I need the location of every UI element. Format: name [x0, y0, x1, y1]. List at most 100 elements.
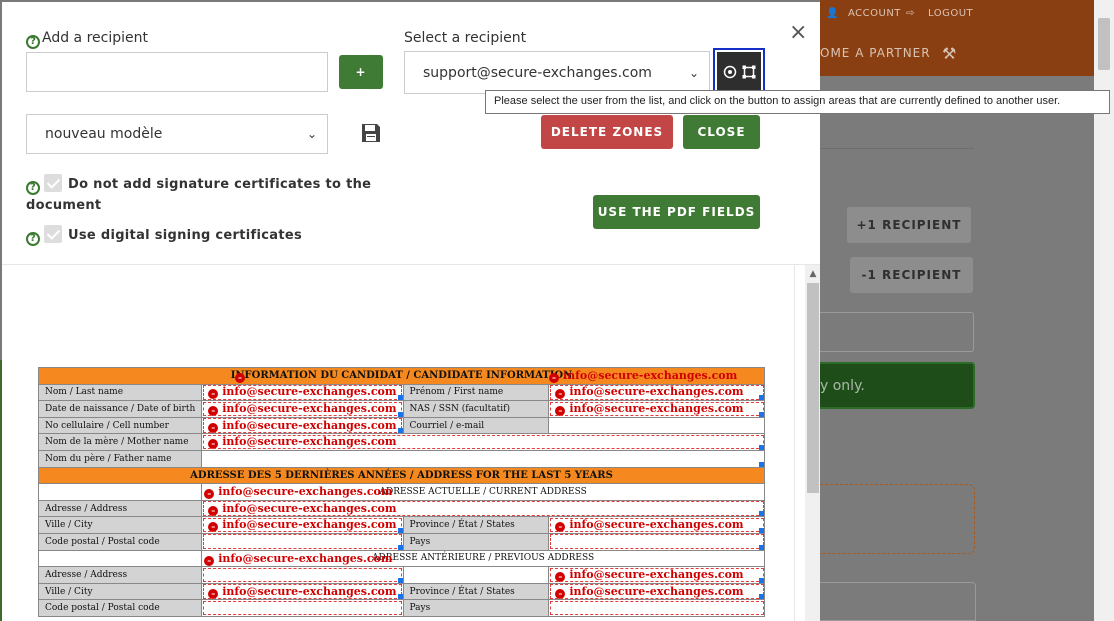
- sin-label: NAS / SSN (facultatif): [402, 400, 550, 418]
- template-value: nouveau modèle: [45, 126, 163, 142]
- remove-zone-icon[interactable]: –: [208, 439, 219, 450]
- remove-zone-icon[interactable]: –: [204, 555, 215, 566]
- drop-zone[interactable]: [820, 484, 975, 554]
- save-icon[interactable]: [360, 122, 382, 144]
- previous-address-row: – info@secure-exchanges.com ADRESSE ANTÉR…: [201, 549, 765, 568]
- zone-field[interactable]: – info@secure-exchanges.com: [548, 566, 765, 584]
- address-label: Adresse / Address: [37, 566, 203, 584]
- zone-field[interactable]: – info@secure-exchanges.com: [201, 582, 404, 601]
- zone-field[interactable]: –: [235, 369, 249, 383]
- remove-zone-icon[interactable]: –: [235, 373, 245, 383]
- select-recipient-value: support@secure-exchanges.com: [423, 64, 652, 81]
- zone-field[interactable]: – info@secure-exchanges.com: [201, 383, 404, 402]
- zone-label: info@secure-exchanges.com: [569, 567, 744, 581]
- zone-field[interactable]: – info@secure-exchanges.com: [548, 400, 765, 418]
- digital-signing-label: Use digital signing certificates: [68, 228, 302, 243]
- zone-label: info@secure-exchanges.com: [569, 385, 744, 399]
- close-icon[interactable]: ×: [789, 20, 807, 45]
- account-link[interactable]: ACCOUNT: [848, 8, 901, 19]
- pdf-scrollbar-thumb[interactable]: [807, 283, 819, 493]
- remove-zone-icon[interactable]: –: [204, 489, 215, 500]
- add-recipient-input[interactable]: [26, 52, 328, 92]
- select-recipient-dropdown[interactable]: support@secure-exchanges.com ⌄: [404, 51, 710, 94]
- remove-zone-icon[interactable]: –: [549, 373, 559, 383]
- zone-field[interactable]: – info@secure-exchanges.com: [549, 369, 737, 383]
- zone-field[interactable]: – info@secure-exchanges.com: [548, 383, 765, 402]
- add-recipient-button[interactable]: +: [339, 55, 383, 89]
- remove-recipient-count-button[interactable]: -1 RECIPIENT: [850, 257, 973, 293]
- nav-become-partner[interactable]: OME A PARTNER: [820, 46, 931, 60]
- zone-field[interactable]: – info@secure-exchanges.com: [204, 552, 393, 566]
- address-mid-cell: [402, 566, 550, 584]
- scroll-up-icon[interactable]: ▲: [805, 269, 820, 279]
- country-label: Pays: [402, 532, 550, 551]
- select-recipient-label: Select a recipient: [404, 30, 527, 46]
- remove-zone-icon[interactable]: –: [555, 389, 566, 400]
- delete-zones-button[interactable]: DELETE ZONES: [541, 115, 673, 149]
- zone-label: info@secure-exchanges.com: [222, 501, 397, 515]
- province-label: Province / État / States: [402, 582, 550, 601]
- zone-label: info@secure-exchanges.com: [563, 369, 738, 382]
- template-dropdown[interactable]: nouveau modèle ⌄: [26, 114, 328, 154]
- zone-field[interactable]: [201, 566, 404, 584]
- dob-label: Date de naissance / Date of birth: [37, 400, 203, 418]
- help-icon[interactable]: ?: [26, 34, 40, 49]
- remove-zone-icon[interactable]: –: [208, 389, 219, 400]
- logout-icon[interactable]: ⇨: [906, 8, 915, 19]
- zone-field[interactable]: – info@secure-exchanges.com: [201, 400, 404, 418]
- zone-field[interactable]: [548, 599, 765, 617]
- no-signature-checkbox-row: ? Do not add signature certificates to th…: [26, 174, 386, 216]
- remove-zone-icon[interactable]: –: [555, 522, 566, 533]
- previous-address-title: ADRESSE ANTÉRIEURE / PREVIOUS ADDRESS: [372, 553, 595, 564]
- zone-field[interactable]: – info@secure-exchanges.com: [201, 416, 404, 435]
- digital-signing-checkbox-row: ? Use digital signing certificates: [26, 225, 302, 246]
- account-icon[interactable]: 👤: [826, 8, 839, 19]
- digital-signing-checkbox[interactable]: [44, 225, 62, 243]
- page-scrollbar-thumb[interactable]: [1098, 18, 1110, 70]
- remove-zone-icon[interactable]: –: [208, 522, 219, 533]
- remove-zone-icon[interactable]: –: [555, 571, 566, 582]
- pdf-viewer[interactable]: INFORMATION DU CANDIDAT / CANDIDATE INFO…: [2, 265, 820, 621]
- remove-zone-icon[interactable]: –: [208, 405, 219, 416]
- remove-zone-icon[interactable]: –: [555, 588, 566, 599]
- father-cell: [201, 449, 765, 468]
- remove-zone-icon[interactable]: –: [208, 588, 219, 599]
- add-recipient-count-button[interactable]: +1 RECIPIENT: [847, 207, 971, 243]
- zone-field[interactable]: – info@secure-exchanges.com: [204, 485, 393, 500]
- target-icon[interactable]: [723, 65, 737, 79]
- zone-label: info@secure-exchanges.com: [569, 401, 744, 415]
- background-alert: y only.: [820, 362, 975, 409]
- remove-zone-icon[interactable]: –: [555, 405, 566, 416]
- zone-field[interactable]: – info@secure-exchanges.com: [201, 499, 765, 518]
- cell-label: No cellulaire / Cell number: [37, 416, 203, 435]
- blank-cell: [37, 483, 203, 501]
- father-label: Nom du père / Father name: [37, 449, 203, 468]
- zone-field[interactable]: – info@secure-exchanges.com: [548, 582, 765, 601]
- use-pdf-fields-button[interactable]: USE THE PDF FIELDS: [593, 195, 760, 229]
- remove-zone-icon[interactable]: –: [208, 505, 219, 516]
- email-cell: [548, 416, 765, 435]
- zone-field[interactable]: – info@secure-exchanges.com: [548, 516, 765, 534]
- current-address-title: ADRESSE ACTUELLE / CURRENT ADDRESS: [379, 486, 587, 497]
- zone-label: info@secure-exchanges.com: [222, 418, 397, 432]
- zone-field[interactable]: [548, 532, 765, 551]
- close-button[interactable]: CLOSE: [683, 115, 760, 149]
- background-input[interactable]: [820, 312, 974, 352]
- last-name-label: Nom / Last name: [37, 383, 203, 402]
- zone-field[interactable]: [201, 599, 404, 617]
- zone-field[interactable]: – info@secure-exchanges.com: [201, 433, 765, 451]
- top-bar: 👤 ACCOUNT ⇨ LOGOUT: [820, 2, 1094, 26]
- pdf-scrollbar[interactable]: ▲: [794, 265, 820, 621]
- zone-field[interactable]: [201, 532, 404, 551]
- no-signature-checkbox[interactable]: [44, 174, 62, 192]
- logout-link[interactable]: LOGOUT: [928, 8, 973, 19]
- help-icon[interactable]: ?: [26, 180, 40, 195]
- remove-zone-icon[interactable]: –: [208, 422, 219, 433]
- assign-zones-toolbar: [717, 52, 761, 92]
- tools-icon[interactable]: ⚒: [942, 44, 957, 63]
- main-nav: OME A PARTNER ⚒: [820, 44, 1094, 63]
- zone-field[interactable]: – info@secure-exchanges.com: [201, 516, 404, 534]
- zone-label: info@secure-exchanges.com: [222, 435, 397, 449]
- assign-area-icon[interactable]: [742, 65, 756, 79]
- help-icon[interactable]: ?: [26, 231, 40, 246]
